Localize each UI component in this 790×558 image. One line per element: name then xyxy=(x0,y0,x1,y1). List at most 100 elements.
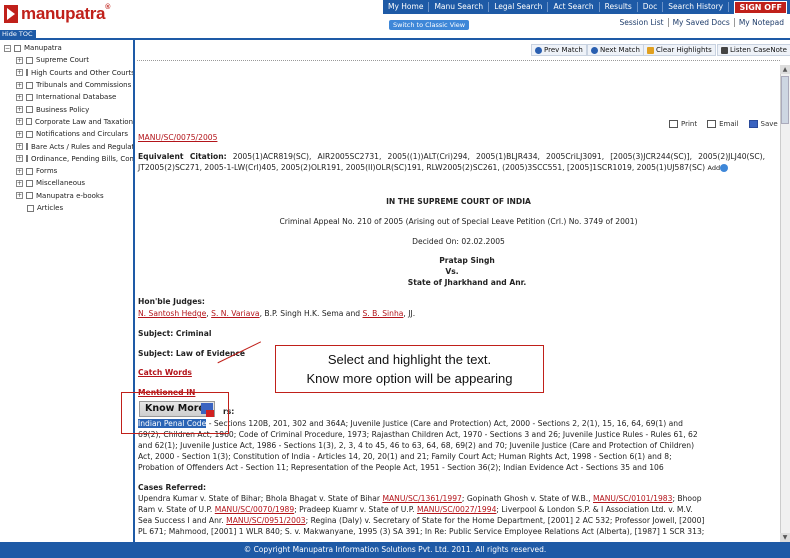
toc-item-tribunals[interactable]: + Tribunals and Commissions xyxy=(0,79,133,91)
toc-root[interactable]: − Manupatra xyxy=(0,42,133,54)
logo[interactable]: manupatra® xyxy=(4,3,110,25)
toc-item-corporate-law[interactable]: + Corporate Law and Taxation xyxy=(0,116,133,128)
nav-legal-search[interactable]: Legal Search xyxy=(489,2,549,12)
session-list-link[interactable]: Session List xyxy=(615,18,669,27)
expand-icon[interactable]: + xyxy=(16,179,23,187)
scroll-down-arrow-icon[interactable]: ▼ xyxy=(780,533,790,542)
case-citation-link[interactable]: MANU/SC/0027/1994 xyxy=(417,505,496,514)
expand-icon[interactable]: + xyxy=(16,192,23,200)
expand-icon[interactable]: + xyxy=(16,69,23,77)
next-match-button[interactable]: Next Match xyxy=(587,44,644,56)
listen-casenote-label: Listen CaseNote xyxy=(730,46,787,54)
print-button[interactable]: Print xyxy=(669,119,697,130)
acts-line: Indian Penal Code - Sections 120B, 201, … xyxy=(138,419,768,430)
toc-item-international[interactable]: + International Database xyxy=(0,91,133,103)
checkbox[interactable] xyxy=(26,192,33,200)
scrollbar-thumb[interactable] xyxy=(781,76,789,124)
vertical-scrollbar[interactable] xyxy=(780,65,790,542)
switch-classic-view-button[interactable]: Switch to Classic View xyxy=(389,20,470,30)
checkbox[interactable] xyxy=(27,204,34,212)
toc-item-notifications[interactable]: + Notifications and Circulars xyxy=(0,128,133,140)
nav-doc[interactable]: Doc xyxy=(638,2,664,12)
expand-icon[interactable]: + xyxy=(16,143,23,151)
acts-line: Act, 2000 - Section 1(3); Constitution o… xyxy=(138,452,672,461)
nav-results[interactable]: Results xyxy=(600,2,638,12)
scroll-up-arrow-icon[interactable]: ▲ xyxy=(780,65,790,74)
expand-icon[interactable]: + xyxy=(16,167,23,175)
toc-item-label: Supreme Court xyxy=(36,56,89,65)
prev-match-button[interactable]: Prev Match xyxy=(531,44,587,56)
toc-item-label: Articles xyxy=(37,204,64,212)
judge-link[interactable]: S. B. Sinha xyxy=(363,309,404,318)
case-text: Upendra Kumar v. State of Bihar; Bhola B… xyxy=(138,494,381,503)
expand-icon[interactable]: + xyxy=(16,118,23,126)
next-match-label: Next Match xyxy=(600,46,640,54)
checkbox[interactable] xyxy=(26,69,28,77)
checkbox[interactable] xyxy=(14,44,21,52)
toc-item-label: Bare Acts / Rules and Regulations xyxy=(31,142,135,151)
document-actions: Print Email Save xyxy=(659,119,778,130)
toc-item-forms[interactable]: + Forms xyxy=(0,165,133,177)
case-citation-link[interactable]: MANU/SC/0070/1989 xyxy=(215,505,294,514)
toc-item-label: Ordinance, Pending Bills, Committee Repo… xyxy=(31,154,133,163)
nav-manu-search[interactable]: Manu Search xyxy=(429,2,490,12)
case-citation-link[interactable]: MANU/SC/1361/1997 xyxy=(382,494,461,503)
checkbox[interactable] xyxy=(26,143,28,151)
checkbox[interactable] xyxy=(26,93,33,101)
printer-icon xyxy=(669,120,678,129)
expand-icon[interactable]: + xyxy=(16,93,23,101)
judge-link[interactable]: N. Santosh Hedge xyxy=(138,309,206,318)
nav-my-home[interactable]: My Home xyxy=(383,2,430,12)
toc-item-label: Business Policy xyxy=(36,105,90,114)
nav-act-search[interactable]: Act Search xyxy=(548,2,600,12)
listen-casenote-button[interactable]: Listen CaseNote xyxy=(717,44,790,56)
nav-search-history[interactable]: Search History xyxy=(663,2,730,12)
my-notepad-link[interactable]: My Notepad xyxy=(735,18,788,27)
judge-link[interactable]: S. N. Variava xyxy=(211,309,259,318)
case-text: ; Regina (Daly) v. Secretary of State fo… xyxy=(305,516,705,525)
collapse-icon[interactable]: − xyxy=(4,44,11,52)
clear-highlights-button[interactable]: Clear Highlights xyxy=(643,44,716,56)
cases-line: Upendra Kumar v. State of Bihar; Bhola B… xyxy=(138,494,702,505)
floppy-icon xyxy=(748,120,758,129)
expand-icon[interactable]: + xyxy=(16,56,23,64)
checkbox[interactable] xyxy=(26,130,33,138)
add-plus-icon[interactable] xyxy=(720,163,729,172)
checkbox[interactable] xyxy=(26,81,33,89)
arrow-right-icon xyxy=(591,46,598,54)
toc-item-business-policy[interactable]: + Business Policy xyxy=(0,103,133,115)
catch-words-link[interactable]: Catch Words xyxy=(138,368,192,379)
party-appellant: Pratap Singh xyxy=(439,256,495,265)
case-citation-link[interactable]: MANU/SC/0951/2003 xyxy=(226,516,305,525)
email-icon xyxy=(707,120,717,129)
save-label: Save xyxy=(760,120,778,128)
citation-id-link[interactable]: MANU/SC/0075/2005 xyxy=(138,133,217,144)
expand-icon[interactable]: + xyxy=(16,155,23,163)
expand-icon[interactable]: + xyxy=(16,130,23,138)
toc-item-supreme-court[interactable]: + Supreme Court xyxy=(0,54,133,66)
checkbox[interactable] xyxy=(26,155,28,163)
toc-root-label: Manupatra xyxy=(24,44,62,53)
checkbox[interactable] xyxy=(26,56,33,64)
toc-item-bare-acts[interactable]: + Bare Acts / Rules and Regulations xyxy=(0,140,133,152)
toc-item-miscellaneous[interactable]: + Miscellaneous xyxy=(0,177,133,189)
checkbox[interactable] xyxy=(26,179,33,187)
expand-icon[interactable]: + xyxy=(16,81,23,89)
email-button[interactable]: Email xyxy=(707,119,739,130)
checkbox[interactable] xyxy=(26,167,33,175)
sign-off-button[interactable]: SIGN OFF xyxy=(734,1,787,14)
judges-text: , B.P. Singh H.K. Sema and xyxy=(259,309,361,318)
checkbox[interactable] xyxy=(26,118,32,126)
add-label[interactable]: Add xyxy=(708,164,721,172)
toc-item-ordinance[interactable]: + Ordinance, Pending Bills, Committee Rep… xyxy=(0,153,133,165)
expand-icon[interactable]: + xyxy=(16,106,23,114)
case-citation-link[interactable]: MANU/SC/0101/1983 xyxy=(593,494,672,503)
toc-item-high-courts[interactable]: + High Courts and Other Courts xyxy=(0,67,133,79)
toc-item-articles[interactable]: Articles xyxy=(0,202,133,214)
save-button[interactable]: Save xyxy=(748,119,778,130)
toc-item-ebooks[interactable]: + Manupatra e-books xyxy=(0,190,133,202)
my-saved-docs-link[interactable]: My Saved Docs xyxy=(669,18,735,27)
toc-item-label: Miscellaneous xyxy=(36,179,86,188)
hide-toc-button[interactable]: Hide TOC xyxy=(0,30,36,38)
checkbox[interactable] xyxy=(26,106,33,114)
